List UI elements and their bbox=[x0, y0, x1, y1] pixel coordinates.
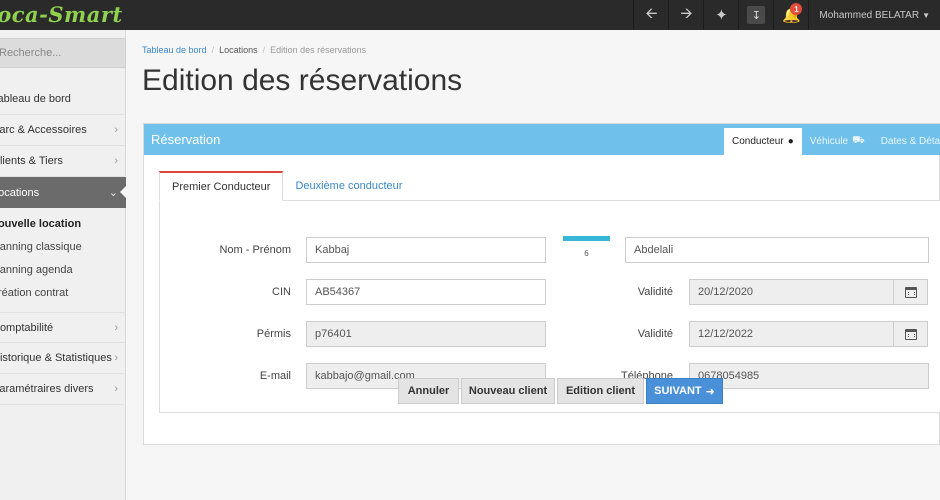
sidebar-item-settings[interactable]: Paramétraires divers › bbox=[0, 374, 126, 405]
sidebar-item-accounting[interactable]: Comptabilité› bbox=[0, 312, 126, 343]
breadcrumb-locations[interactable]: Locations bbox=[219, 45, 258, 55]
sidebar-subitem-planning-classic[interactable]: Planning classique bbox=[0, 235, 126, 258]
caret-down-icon: ▼ bbox=[922, 10, 930, 20]
email-label: E-mail bbox=[259, 370, 291, 382]
sidebar-item-fleet[interactable]: Parc & Accessoires › bbox=[0, 115, 126, 146]
panel-title: Réservation bbox=[151, 132, 221, 147]
breadcrumb: Tableau de bord / Locations / Edition des ré… bbox=[142, 45, 367, 55]
permis-validity-input[interactable]: 12/12/2022 bbox=[689, 321, 894, 347]
calendar-icon bbox=[904, 328, 917, 340]
permis-label: Pérmis bbox=[256, 328, 291, 340]
sidebar-submenu: Nouvelle location Planning classique Pla… bbox=[0, 208, 126, 312]
sidebar-item-dashboard[interactable]: Tableau de bord bbox=[0, 84, 126, 115]
sidebar-menu: Tableau de bord Parc & Accessoires› Clie… bbox=[0, 84, 126, 405]
breadcrumb-dashboard[interactable]: Tableau de bord bbox=[142, 45, 207, 55]
wizard-tabs: Conducteur● Véhicule⛟ Dates & Détails bbox=[724, 128, 940, 155]
arrow-left-icon[interactable]: 🡨 bbox=[633, 0, 668, 30]
arrow-right-icon[interactable]: 🡪 bbox=[668, 0, 703, 30]
main-content: Tableau de bord / Locations / Edition des ré… bbox=[127, 30, 940, 500]
cin-validity-label: Validité bbox=[637, 286, 673, 298]
sidebar-item-history[interactable]: Historique & Statistiques › bbox=[0, 343, 126, 374]
chevron-right-icon: › bbox=[114, 352, 118, 364]
phone-input[interactable]: 0678054985 bbox=[689, 363, 929, 389]
progress-bar bbox=[563, 236, 610, 241]
panel-header: Réservation Conducteur ● Véhicule ⛟ Dates … bbox=[144, 124, 940, 155]
edit-client-button[interactable]: Edition client bbox=[557, 378, 644, 404]
cancel-button[interactable]: Annuler bbox=[398, 378, 459, 404]
cin-validity-input[interactable]: 20/12/2020 bbox=[689, 279, 894, 305]
user-menu[interactable]: Mohammed BELATAR ▼ bbox=[808, 0, 940, 30]
chevron-down-icon: ⌄ bbox=[108, 187, 118, 199]
cin-label: CIN bbox=[272, 286, 291, 298]
page-title: Edition des réservations bbox=[142, 64, 463, 97]
sidebar-search-input[interactable]: Recherche... bbox=[0, 38, 126, 68]
driver-tabs: Premier Conducteur Deuxième conducteur bbox=[159, 171, 414, 201]
breadcrumb-current: Edition des réservations bbox=[270, 45, 367, 55]
new-client-button[interactable]: Nouveau client bbox=[461, 378, 555, 404]
name-label: Nom - Prénom bbox=[219, 244, 291, 256]
permis-input[interactable]: p76401 bbox=[306, 321, 546, 347]
user-name: Mohammed BELATAR bbox=[819, 9, 920, 21]
next-button[interactable]: SUIVANT ➜ bbox=[646, 378, 723, 404]
first-name-input[interactable]: Abdelali bbox=[625, 237, 929, 263]
chevron-right-icon: › bbox=[114, 321, 118, 334]
reservation-panel: Réservation Conducteur ● Véhicule ⛟ Dates … bbox=[143, 123, 940, 445]
tab-vehicule[interactable]: Véhicule ⛟ bbox=[802, 128, 873, 155]
sidebar-subitem-new-location[interactable]: Nouvelle location bbox=[0, 212, 126, 235]
notifications-button[interactable]: 🔔 1 bbox=[773, 0, 808, 30]
sidebar-item-clients[interactable]: Clients & Tiers› bbox=[0, 146, 126, 177]
sidebar-subitem-contract[interactable]: Création contrat bbox=[0, 281, 126, 304]
last-name-input[interactable]: Kabbaj bbox=[306, 237, 546, 263]
download-button[interactable]: ↧ bbox=[738, 0, 773, 30]
truck-icon: ⛟ bbox=[852, 135, 865, 146]
permis-validity-calendar-button[interactable] bbox=[893, 321, 928, 347]
chevron-right-icon: › bbox=[114, 124, 118, 136]
user-icon: ● bbox=[787, 136, 794, 147]
calendar-icon bbox=[904, 286, 917, 298]
sidebar-subitem-planning-agenda[interactable]: Planning agenda bbox=[0, 258, 126, 281]
download-icon: ↧ bbox=[747, 6, 766, 24]
progress-count: 6 bbox=[584, 249, 589, 258]
app-logo[interactable]: Loca-Smart bbox=[0, 2, 123, 27]
magic-wand-icon[interactable]: ✦ bbox=[703, 0, 738, 30]
tab-premier-conducteur[interactable]: Premier Conducteur bbox=[159, 171, 284, 201]
chevron-right-icon: › bbox=[114, 155, 118, 167]
sidebar: Recherche... Tableau de bord Parc & Acce… bbox=[0, 30, 126, 500]
navbar-actions: 🡨 🡪 ✦ ↧ 🔔 1 Mohammed BELATAR ▼ bbox=[633, 0, 940, 30]
top-navbar: Loca-Smart 🡨 🡪 ✦ ↧ 🔔 1 Mohammed BELATAR … bbox=[0, 0, 940, 30]
cin-input[interactable]: AB54367 bbox=[306, 279, 546, 305]
sidebar-item-locations[interactable]: Locations⌄ bbox=[0, 177, 126, 208]
tab-deuxieme-conducteur[interactable]: Deuxième conducteur bbox=[283, 171, 414, 201]
chevron-right-icon: › bbox=[114, 383, 118, 395]
arrow-right-icon: ➜ bbox=[705, 385, 715, 398]
permis-validity-label: Validité bbox=[637, 328, 673, 340]
tab-conducteur[interactable]: Conducteur ● bbox=[724, 128, 802, 155]
tab-dates-details[interactable]: Dates & Détails bbox=[873, 128, 940, 155]
cin-validity-calendar-button[interactable] bbox=[893, 279, 928, 305]
